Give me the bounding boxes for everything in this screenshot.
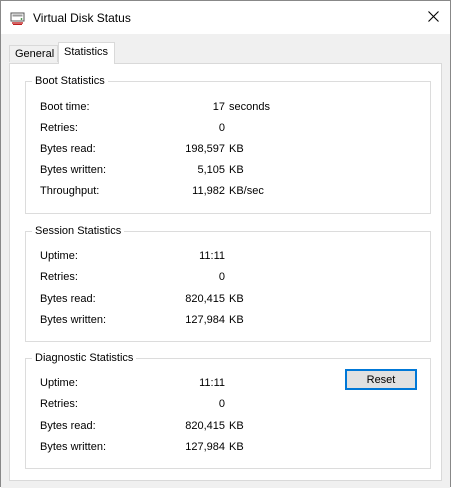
stat-label: Uptime: — [40, 377, 78, 389]
boot-throughput-row: Throughput: 11,982 KB/sec — [40, 184, 340, 198]
stat-value: 11:11 — [199, 250, 225, 262]
diagnostic-bytes-written-row: Bytes written: 127,984 KB — [40, 440, 340, 454]
diagnostic-uptime-row: Uptime: 11:11 — [40, 376, 340, 390]
boot-statistics-title: Boot Statistics — [32, 74, 108, 88]
virtual-disk-icon — [10, 10, 26, 26]
session-bytes-written-row: Bytes written: 127,984 KB — [40, 313, 340, 327]
stat-value: 820,415 — [185, 293, 225, 305]
diagnostic-statistics-title: Diagnostic Statistics — [32, 351, 137, 365]
stat-value: 11:11 — [199, 377, 225, 389]
stat-unit: KB — [229, 293, 244, 305]
statistics-tab-panel: Boot Statistics Boot time: 17 seconds Re… — [9, 63, 442, 481]
stat-label: Bytes read: — [40, 293, 96, 305]
session-retries-row: Retries: 0 — [40, 270, 340, 284]
stat-value: 17 — [212, 101, 225, 113]
stat-value: 0 — [218, 122, 225, 134]
stat-unit: seconds — [229, 101, 270, 113]
close-button[interactable] — [416, 1, 450, 34]
stat-value: 5,105 — [197, 164, 225, 176]
stat-value: 820,415 — [185, 420, 225, 432]
stat-label: Bytes read: — [40, 420, 96, 432]
stat-label: Uptime: — [40, 250, 78, 262]
stat-label: Bytes written: — [40, 441, 107, 453]
stat-label: Retries: — [40, 122, 78, 134]
stat-label: Boot time: — [40, 101, 90, 113]
session-statistics-title: Session Statistics — [32, 224, 125, 238]
dialog-client-area: General Statistics Boot Statistics Boot … — [1, 34, 450, 488]
stat-unit: KB — [229, 420, 244, 432]
stat-label: Bytes written: — [40, 164, 107, 176]
stat-unit: KB — [229, 143, 244, 155]
diagnostic-bytes-read-row: Bytes read: 820,415 KB — [40, 419, 340, 433]
boot-bytes-read-row: Bytes read: 198,597 KB — [40, 142, 340, 156]
stat-label: Bytes read: — [40, 143, 96, 155]
boot-bytes-written-row: Bytes written: 5,105 KB — [40, 163, 340, 177]
diagnostic-statistics-group: Diagnostic Statistics Reset Uptime: 11:1… — [25, 351, 431, 469]
title-bar[interactable]: Virtual Disk Status — [1, 1, 450, 34]
stat-unit: KB — [229, 164, 244, 176]
stat-value: 11,982 — [192, 185, 225, 197]
session-statistics-group: Session Statistics Uptime: 11:11 Retries… — [25, 224, 431, 342]
stat-unit: KB — [229, 314, 244, 326]
tab-statistics[interactable]: Statistics — [58, 42, 115, 64]
session-bytes-read-row: Bytes read: 820,415 KB — [40, 292, 340, 306]
session-uptime-row: Uptime: 11:11 — [40, 249, 340, 263]
stat-label: Throughput: — [40, 185, 100, 197]
stat-label: Retries: — [40, 398, 78, 410]
boot-time-row: Boot time: 17 seconds — [40, 100, 340, 114]
close-icon — [427, 10, 439, 25]
reset-button[interactable]: Reset — [345, 369, 417, 390]
stat-value: 0 — [218, 398, 225, 410]
stat-unit: KB/sec — [229, 185, 264, 197]
tab-general[interactable]: General — [9, 45, 58, 62]
virtual-disk-status-window: Virtual Disk Status General Statistics B… — [0, 0, 451, 488]
stat-value: 0 — [218, 271, 225, 283]
stat-label: Bytes written: — [40, 314, 107, 326]
stat-value: 127,984 — [185, 441, 225, 453]
boot-statistics-group: Boot Statistics Boot time: 17 seconds Re… — [25, 74, 431, 214]
diagnostic-retries-row: Retries: 0 — [40, 397, 340, 411]
stat-label: Retries: — [40, 271, 78, 283]
window-title: Virtual Disk Status — [33, 11, 131, 25]
boot-retries-row: Retries: 0 — [40, 121, 340, 135]
stat-value: 198,597 — [185, 143, 225, 155]
stat-unit: KB — [229, 441, 244, 453]
stat-value: 127,984 — [185, 314, 225, 326]
